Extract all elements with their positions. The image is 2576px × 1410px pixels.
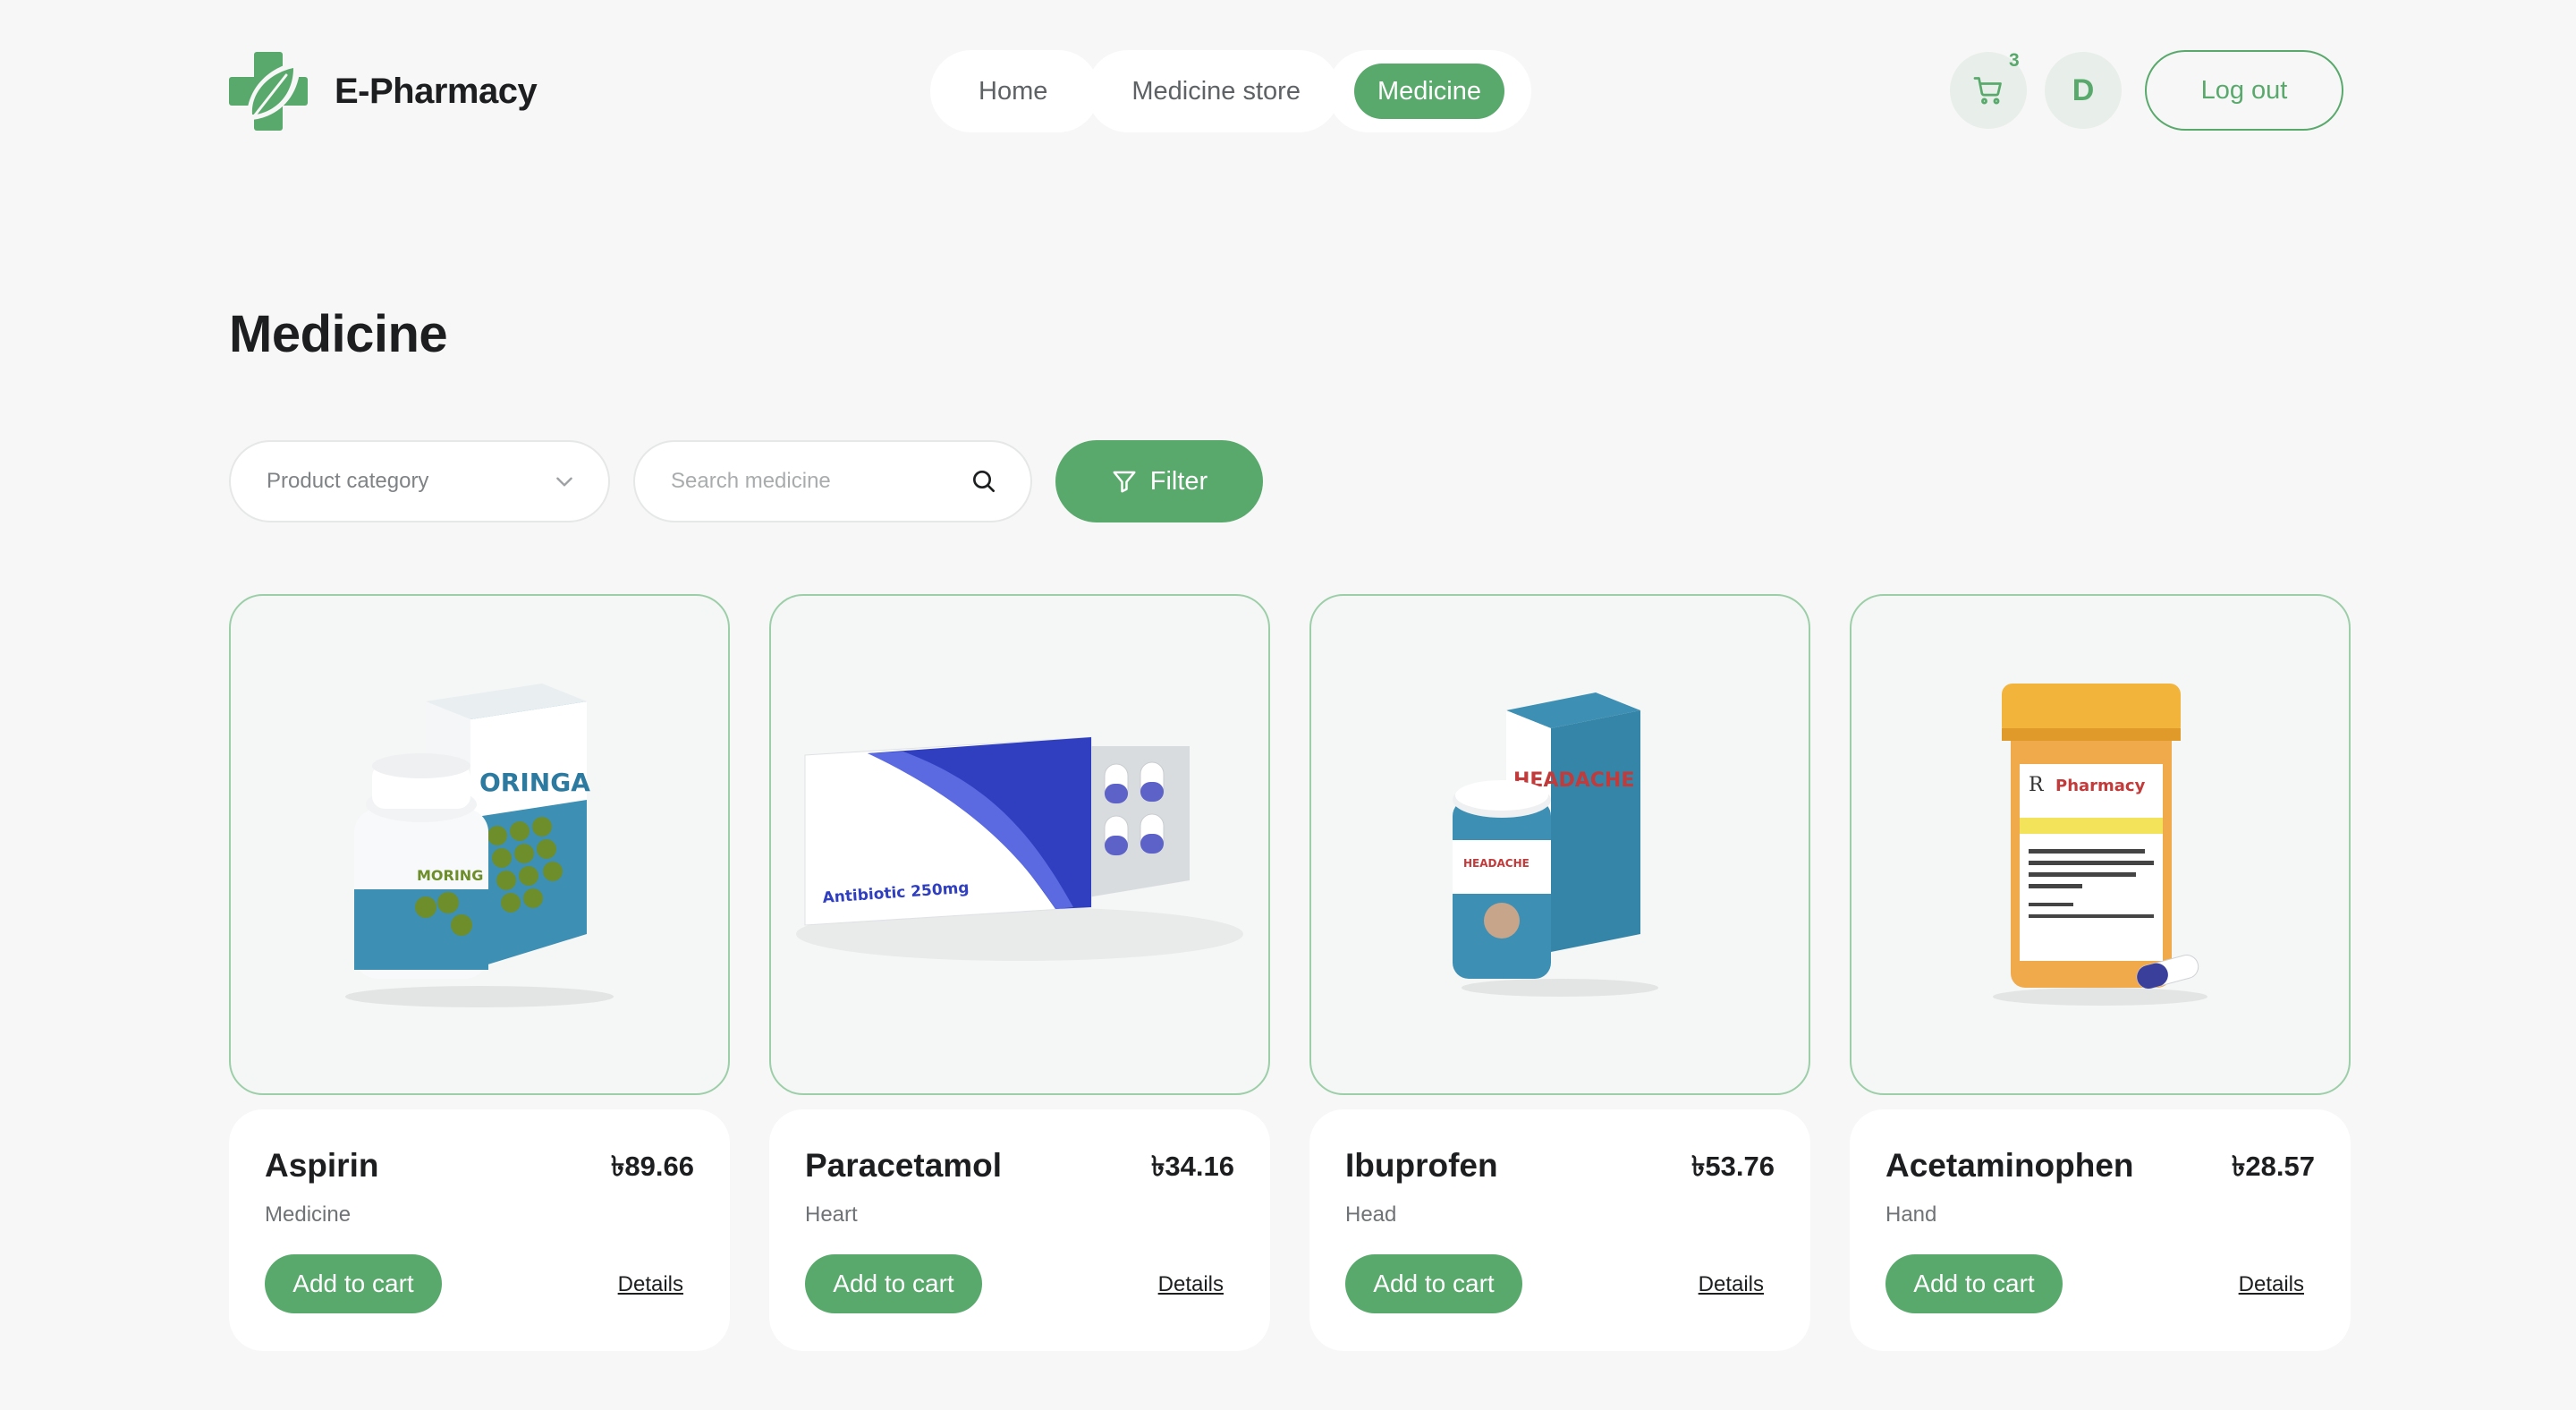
search-input[interactable] <box>669 468 959 495</box>
product-info: Aspirin ৳89.66 Medicine Add to cart Deta… <box>229 1109 730 1351</box>
logout-button[interactable]: Log out <box>2145 50 2343 131</box>
details-link[interactable]: Details <box>1699 1272 1764 1297</box>
nav-medicine-store[interactable]: Medicine store <box>1087 50 1340 132</box>
headache-relief-box-image: HEADACHE HEADACHE <box>1453 692 1658 997</box>
cart-icon <box>1973 77 2002 105</box>
filter-icon <box>1113 471 1136 493</box>
details-link[interactable]: Details <box>618 1272 683 1297</box>
nav-medicine[interactable]: Medicine <box>1326 50 1532 132</box>
product-info: Ibuprofen ৳53.76 Head Add to cart Detail… <box>1309 1109 1810 1351</box>
main-nav: Home Medicine store Medicine <box>930 50 1532 132</box>
nav-home-label: Home <box>979 76 1048 106</box>
cart-count-badge: 3 <box>2009 50 2020 71</box>
nav-medicine-store-label: Medicine store <box>1131 76 1301 106</box>
filter-button-label: Filter <box>1149 466 1208 496</box>
details-link[interactable]: Details <box>1158 1272 1224 1297</box>
prescription-bottle-image: R Pharmacy <box>1993 684 2207 1006</box>
user-avatar[interactable]: D <box>2045 52 2122 129</box>
product-card: Antibiotic 250mg Paracetamol ৳34.16 Hear… <box>769 594 1270 1351</box>
product-category: Head <box>1345 1202 1397 1227</box>
add-to-cart-button[interactable]: Add to cart <box>1345 1254 1522 1313</box>
product-info: Paracetamol ৳34.16 Heart Add to cart Det… <box>769 1109 1270 1351</box>
leaf-cross-logo-icon <box>229 52 308 131</box>
filter-button[interactable]: Filter <box>1055 440 1263 522</box>
product-name: Aspirin <box>265 1147 379 1184</box>
product-card: ORINGA MORING Aspirin ৳89.66 Medicine Ad… <box>229 594 730 1351</box>
details-link[interactable]: Details <box>2239 1272 2304 1297</box>
product-image[interactable]: HEADACHE HEADACHE <box>1309 594 1810 1095</box>
brand-name: E-Pharmacy <box>335 71 538 111</box>
product-info: Acetaminophen ৳28.57 Hand Add to cart De… <box>1850 1109 2351 1351</box>
moringa-supplement-image: ORINGA MORING <box>345 684 614 1007</box>
product-category: Hand <box>1885 1202 1937 1227</box>
product-name: Acetaminophen <box>1885 1147 2134 1184</box>
product-name: Ibuprofen <box>1345 1147 1498 1184</box>
search-medicine-field[interactable] <box>633 440 1032 522</box>
add-to-cart-button[interactable]: Add to cart <box>1885 1254 2063 1313</box>
product-category: Medicine <box>265 1202 352 1227</box>
page-title: Medicine <box>229 305 448 363</box>
product-card: R Pharmacy Acetaminophen ৳28.57 Hand Add… <box>1850 594 2351 1351</box>
chevron-down-icon <box>556 477 572 487</box>
product-image[interactable]: ORINGA MORING <box>229 594 730 1095</box>
add-to-cart-button[interactable]: Add to cart <box>805 1254 982 1313</box>
product-price: ৳53.76 <box>1690 1151 1775 1182</box>
svg-text:R: R <box>2029 774 2045 796</box>
bottle-label-text: Pharmacy <box>2055 777 2146 795</box>
antibiotic-blister-pack-image: Antibiotic 250mg <box>796 736 1243 961</box>
svg-text:HEADACHE: HEADACHE <box>1463 857 1530 870</box>
product-price: ৳34.16 <box>1150 1151 1234 1182</box>
product-image[interactable]: R Pharmacy <box>1850 594 2351 1095</box>
product-price: ৳28.57 <box>2231 1151 2315 1182</box>
product-category-select[interactable]: Product category <box>229 440 610 522</box>
search-icon[interactable] <box>970 467 998 496</box>
svg-text:MORING: MORING <box>417 867 483 884</box>
product-name: Paracetamol <box>805 1147 1003 1184</box>
brand-logo[interactable]: E-Pharmacy <box>229 52 538 131</box>
product-category: Heart <box>805 1202 858 1227</box>
nav-home[interactable]: Home <box>930 50 1100 132</box>
svg-text:ORINGA: ORINGA <box>479 768 590 797</box>
product-image[interactable]: Antibiotic 250mg <box>769 594 1270 1095</box>
add-to-cart-button[interactable]: Add to cart <box>265 1254 442 1313</box>
product-card: HEADACHE HEADACHE Ibuprofen ৳53.76 Head … <box>1309 594 1810 1351</box>
category-select-placeholder: Product category <box>267 469 429 493</box>
nav-medicine-active-pill: Medicine <box>1353 64 1505 119</box>
product-price: ৳89.66 <box>610 1151 694 1182</box>
product-grid: ORINGA MORING Aspirin ৳89.66 Medicine Ad… <box>229 594 2351 1351</box>
